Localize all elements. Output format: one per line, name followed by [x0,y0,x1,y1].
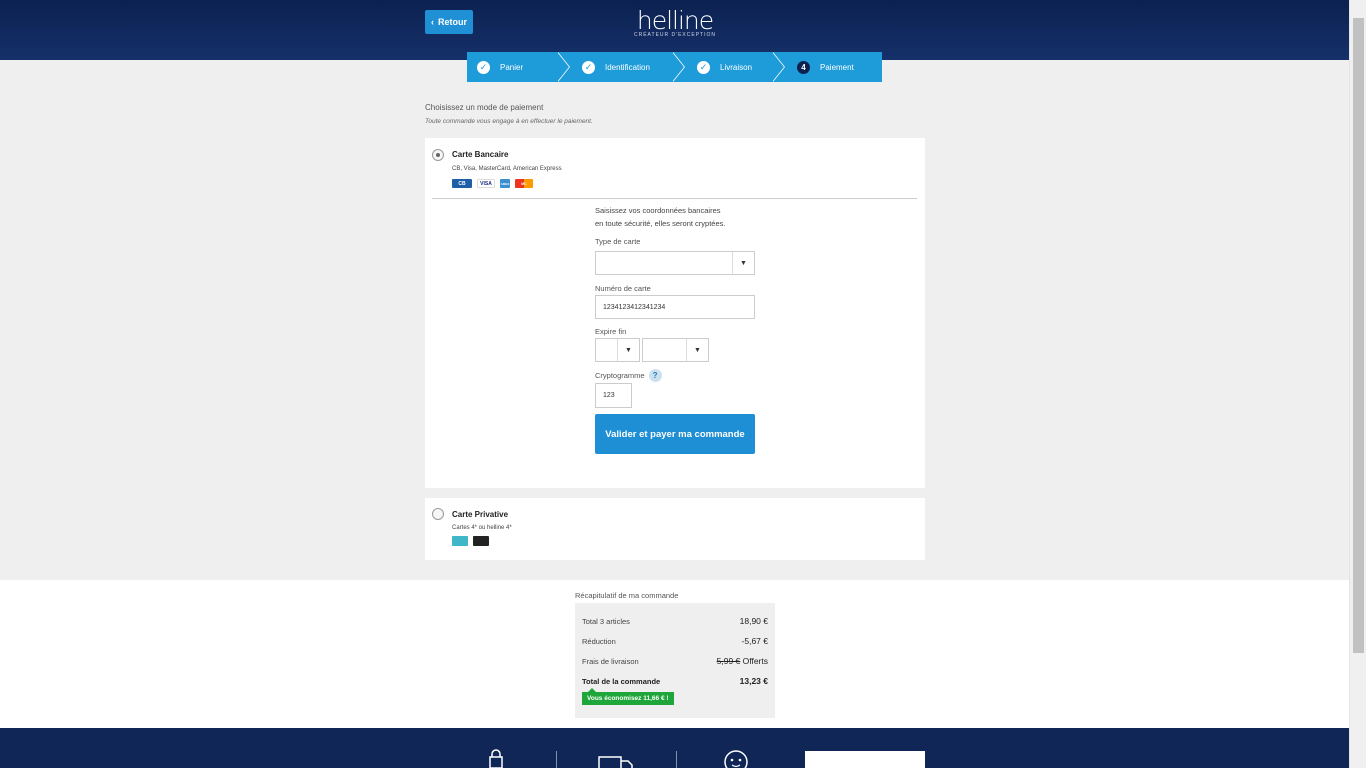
card-payment-panel: Carte Bancaire CB, Visa, MasterCard, Ame… [425,138,925,488]
visa-logo: VISA [477,179,495,188]
site-footer [0,728,1349,768]
help-icon[interactable]: ? [648,368,662,382]
summary-row-label: Réduction [582,636,616,646]
card-number-label: Numéro de carte [595,282,755,294]
cvv-label: Cryptogramme ? [595,368,755,382]
private-card-title[interactable]: Carte Privative [452,510,508,519]
summary-row-value: -5,67 € [741,636,768,646]
card-4-logo [452,536,468,546]
card-number-label-text: Numéro de carte [595,283,651,293]
step-number: 4 [797,60,810,74]
helline-card-logo [473,536,489,546]
form-intro-line-1: Saisissez vos coordonnées bancaires [595,206,721,215]
savings-badge: Vous économisez 11,66 € ! [582,688,674,705]
divider [432,198,917,199]
summary-row: Réduction -5,67 € [582,631,768,651]
footer-panel [805,751,925,768]
check-icon: ✓ [477,60,490,74]
chevron-down-icon: ▼ [617,339,639,361]
checkout-steps: ✓ Panier ✓ Identification ✓ Livraison 4 … [467,52,882,82]
step-label: Livraison [720,62,753,72]
lock-icon [487,749,505,768]
card-payment-radio[interactable] [432,149,444,161]
chevron-down-icon: ▼ [732,252,754,274]
form-intro-line-2: en toute sécurité, elles seront cryptées… [595,219,726,228]
step-livraison[interactable]: ✓ Livraison [687,52,787,82]
card-type-label-text: Type de carte [595,236,641,246]
chevron-left-icon: ‹ [431,17,434,27]
private-card-radio[interactable] [432,508,444,520]
logo-tagline: CRÉATEUR D'EXCEPTION [634,32,716,38]
shipping-value: 5,99 € Offerts [717,656,768,666]
cvv-input[interactable]: 123 [595,383,632,408]
summary-row-value: 18,90 € [739,616,768,626]
cvv-label-text: Cryptogramme [595,370,645,380]
shipping-row: Frais de livraison 5,99 € Offerts [582,651,768,671]
mastercard-logo: MC [515,179,533,188]
truck-icon [598,755,634,768]
chevron-down-icon: ▼ [686,339,708,361]
card-logos: CB VISA AMEX MC [452,179,533,188]
helline-logo[interactable]: helline CRÉATEUR D'EXCEPTION [620,6,730,38]
shipping-label: Frais de livraison [582,656,639,666]
payment-heading: Choisissez un mode de paiement [425,103,544,112]
check-icon: ✓ [582,60,595,74]
payment-subheading: Toute commande vous engage à en effectue… [425,118,593,125]
step-label: Paiement [820,62,854,72]
private-card-logos [452,536,489,546]
summary-row-label: Total 3 articles [582,616,630,626]
summary-title: Récapitulatif de ma commande [575,591,679,600]
check-icon: ✓ [697,60,710,74]
card-type-select[interactable]: ▼ [595,251,755,275]
total-label: Total de la commande [582,676,661,686]
expiry-month-select[interactable]: ▼ [595,338,640,362]
card-number-input[interactable]: 1234123412341234 [595,295,755,319]
footer-divider [556,751,557,768]
expiry-label: Expire fin [595,325,755,337]
total-value: 13,23 € [739,676,768,686]
cb-logo: CB [452,179,472,188]
step-panier[interactable]: ✓ Panier [467,52,572,82]
back-button[interactable]: ‹ Retour [425,10,473,34]
total-row: Total de la commande 13,23 € [582,671,768,691]
order-summary: Total 3 articles 18,90 € Réduction -5,67… [575,603,775,718]
submit-payment-button[interactable]: Valider et payer ma commande [595,414,755,454]
scrollbar[interactable] [1349,0,1366,768]
step-label: Identification [605,62,650,72]
private-card-panel: Carte Privative Cartes 4* ou helline 4* [425,498,925,560]
amex-logo: AMEX [500,179,510,188]
scrollbar-thumb[interactable] [1353,18,1364,653]
step-identification[interactable]: ✓ Identification [572,52,687,82]
card-type-label: Type de carte [595,235,755,247]
expiry-selects: ▼ ▼ [595,338,755,362]
card-form: Saisissez vos coordonnées bancaires en t… [595,204,755,454]
shipping-old-price: 5,99 € [716,656,741,666]
site-header: ‹ Retour helline CRÉATEUR D'EXCEPTION [0,0,1349,60]
footer-divider [676,751,677,768]
back-button-label: Retour [438,17,467,27]
step-label: Panier [500,62,524,72]
expiry-year-select[interactable]: ▼ [642,338,709,362]
card-payment-title[interactable]: Carte Bancaire [452,150,508,159]
step-paiement: 4 Paiement [787,52,882,82]
summary-row: Total 3 articles 18,90 € [582,611,768,631]
card-payment-description: CB, Visa, MasterCard, American Express [452,166,562,172]
customer-service-icon [723,750,749,768]
expiry-label-text: Expire fin [595,326,627,336]
shipping-new-price: Offerts [742,656,768,666]
private-card-description: Cartes 4* ou helline 4* [452,525,512,531]
